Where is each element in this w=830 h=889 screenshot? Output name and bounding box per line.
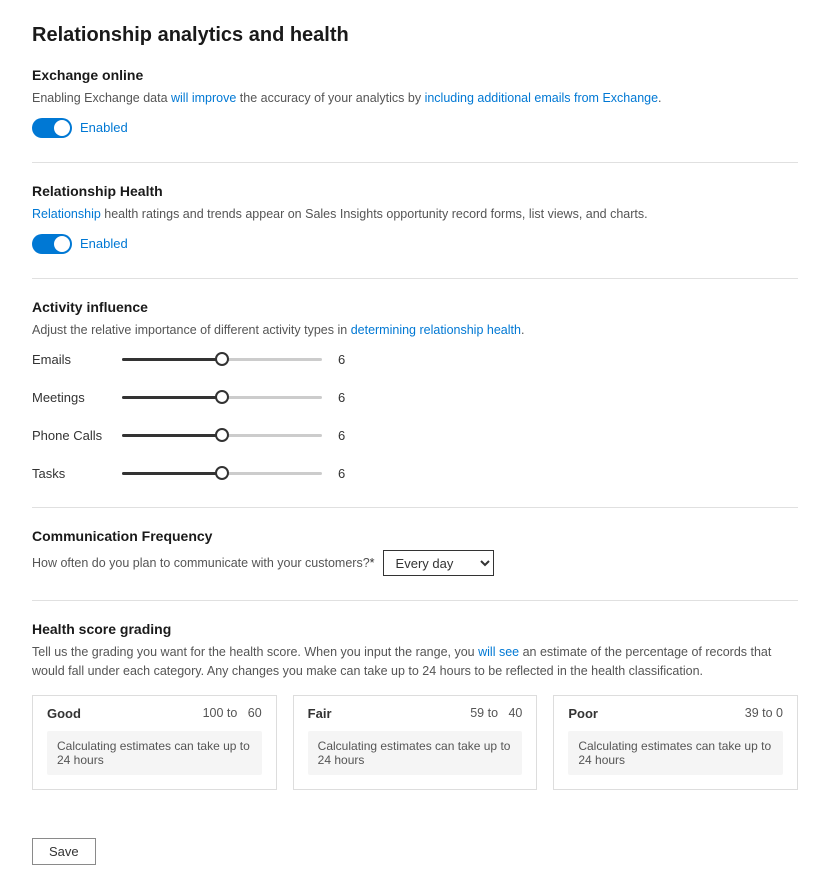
grade-card-fair-body: Calculating estimates can take up to 24 … [308,731,523,775]
desc-link-including: including additional emails from Exchang… [425,91,658,105]
slider-value-meetings: 6 [338,390,354,405]
relationship-health-toggle[interactable] [32,234,72,254]
activity-influence-heading: Activity influence [32,299,798,315]
frequency-select[interactable]: Every day Every week Every month [383,550,494,576]
hsg-desc-link: will see [478,645,519,659]
slider-label-emails: Emails [32,352,122,367]
slider-label-meetings: Meetings [32,390,122,405]
desc-text-1: Enabling Exchange data [32,91,171,105]
ai-desc-1: Adjust the relative importance of differ… [32,323,351,337]
desc-rh-text: health ratings and trends appear on Sale… [101,207,648,221]
exchange-online-toggle[interactable] [32,118,72,138]
relationship-health-section: Relationship Health Relationship health … [32,183,798,254]
save-button[interactable]: Save [32,838,96,865]
desc-link-relationship: Relationship [32,207,101,221]
exchange-online-toggle-row: Enabled [32,118,798,138]
desc-text-2: the accuracy of your analytics by [236,91,424,105]
slider-emails[interactable] [122,349,322,369]
slider-meetings[interactable] [122,387,322,407]
grade-range-fair: 59 to 40 [470,706,522,720]
grade-card-fair: Fair 59 to 40 Calculating estimates can … [293,695,538,790]
exchange-online-description: Enabling Exchange data will improve the … [32,89,798,108]
exchange-online-heading: Exchange online [32,67,798,83]
activity-influence-section: Activity influence Adjust the relative i… [32,299,798,484]
grade-card-poor: Poor 39 to 0 Calculating estimates can t… [553,695,798,790]
divider-4 [32,600,798,601]
frequency-row: How often do you plan to communicate wit… [32,550,798,576]
grade-poor-estimate: Calculating estimates can take up to 24 … [578,739,771,767]
grade-card-good-body: Calculating estimates can take up to 24 … [47,731,262,775]
slider-row-tasks: Tasks 6 [32,463,798,483]
grade-fair-estimate: Calculating estimates can take up to 24 … [318,739,511,767]
slider-value-phonecalls: 6 [338,428,354,443]
grade-card-poor-header: Poor 39 to 0 [568,706,783,721]
grade-good-estimate: Calculating estimates can take up to 24 … [57,739,250,767]
desc-link-improve: will improve [171,91,236,105]
asterisk: * [370,556,375,570]
slider-tasks[interactable] [122,463,322,483]
grade-title-poor: Poor [568,706,598,721]
divider-1 [32,162,798,163]
relationship-health-toggle-label: Enabled [80,236,128,251]
grade-card-fair-header: Fair 59 to 40 [308,706,523,721]
desc-text-3: . [658,91,661,105]
health-score-grading-section: Health score grading Tell us the grading… [32,621,798,790]
divider-3 [32,507,798,508]
relationship-health-toggle-row: Enabled [32,234,798,254]
grade-card-poor-body: Calculating estimates can take up to 24 … [568,731,783,775]
page-title: Relationship analytics and health [32,24,798,47]
ai-desc-link: determining relationship health [351,323,521,337]
slider-label-tasks: Tasks [32,466,122,481]
grade-range-good: 100 to 60 [203,706,262,720]
slider-value-tasks: 6 [338,466,354,481]
relationship-health-heading: Relationship Health [32,183,798,199]
grade-title-fair: Fair [308,706,332,721]
slider-label-phonecalls: Phone Calls [32,428,122,443]
slider-row-meetings: Meetings 6 [32,387,798,407]
grade-title-good: Good [47,706,81,721]
slider-row-phonecalls: Phone Calls 6 [32,425,798,445]
grade-cards-container: Good 100 to 60 Calculating estimates can… [32,695,798,790]
grade-range-poor: 39 to 0 [745,706,783,720]
grade-card-good: Good 100 to 60 Calculating estimates can… [32,695,277,790]
communication-frequency-section: Communication Frequency How often do you… [32,528,798,576]
frequency-question: How often do you plan to communicate wit… [32,556,375,570]
sliders-container: Emails 6 Meetings 6 Phone Calls [32,349,798,483]
slider-value-emails: 6 [338,352,354,367]
exchange-online-section: Exchange online Enabling Exchange data w… [32,67,798,138]
health-score-grading-heading: Health score grading [32,621,798,637]
ai-desc-2: . [521,323,524,337]
communication-frequency-heading: Communication Frequency [32,528,798,544]
health-score-grading-description: Tell us the grading you want for the hea… [32,643,798,681]
relationship-health-description: Relationship health ratings and trends a… [32,205,798,224]
slider-row-emails: Emails 6 [32,349,798,369]
hsg-desc-1: Tell us the grading you want for the hea… [32,645,478,659]
slider-phonecalls[interactable] [122,425,322,445]
grade-card-good-header: Good 100 to 60 [47,706,262,721]
divider-2 [32,278,798,279]
activity-influence-description: Adjust the relative importance of differ… [32,321,798,340]
exchange-online-toggle-label: Enabled [80,120,128,135]
